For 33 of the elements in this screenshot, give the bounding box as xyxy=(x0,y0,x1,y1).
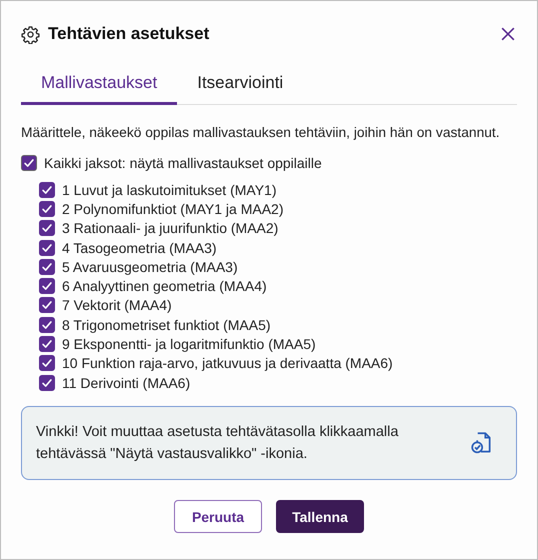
checkbox-option[interactable]: 6 Analyyttinen geometria (MAA4) xyxy=(39,276,517,296)
checkbox[interactable] xyxy=(39,240,55,256)
checkbox-option[interactable]: 8 Trigonometriset funktiot (MAA5) xyxy=(39,315,517,334)
checkbox[interactable] xyxy=(39,220,55,236)
checkbox[interactable] xyxy=(39,278,55,294)
checkbox-option[interactable]: 10 Funktion raja-arvo, jatkuvuus ja derivaatta (MAA6) xyxy=(39,354,517,373)
tip-text: Vinkki! Voit muuttaa asetusta tehtävätasolla klikkaamalla tehtävässä "Näytä vastausvalikko" -ikonia. xyxy=(36,423,400,464)
checkbox-option[interactable]: 11 Derivointi (MAA6) xyxy=(39,372,517,392)
checkbox[interactable] xyxy=(39,316,55,333)
checkbox[interactable] xyxy=(21,155,37,171)
checkbox-option[interactable]: 5 Avaruusgeometria (MAA3) xyxy=(39,257,517,276)
settings-icon xyxy=(21,24,40,44)
checkbox[interactable] xyxy=(39,200,55,217)
checkmark-icon xyxy=(22,156,36,170)
checkbox-option[interactable]: 1 Luvut ja laskutoimitukset (MAY1) xyxy=(39,180,517,200)
checkbox[interactable] xyxy=(39,182,55,198)
checkbox[interactable] xyxy=(39,355,55,372)
checkbox-option[interactable]: 2 Polynomifunktiot (MAY1 ja MAA2) xyxy=(39,199,517,219)
save-button[interactable]: Tallenna xyxy=(276,500,364,534)
cancel-button[interactable]: Peruuta xyxy=(174,500,262,534)
checkbox[interactable] xyxy=(39,297,55,314)
checkbox-option[interactable]: 7 Vektorit (MAA4) xyxy=(39,296,517,316)
checkbox-option[interactable]: 4 Tasogeometria (MAA3) xyxy=(39,238,517,258)
checkbox-option[interactable]: 9 Eksponentti- ja logaritmifunktio (MAA5) xyxy=(39,334,517,354)
tab[interactable]: Mallivastaukset xyxy=(21,73,178,105)
description-text: Määrittele, näkeekö oppilas mallivastauksen tehtäviin, joihin hän on vastannut. xyxy=(21,125,501,140)
checkbox[interactable] xyxy=(39,258,55,275)
checkbox[interactable] xyxy=(39,374,55,391)
checkbox-option[interactable]: Kaikki jaksot: näytä mallivastaukset oppilaille xyxy=(21,152,517,174)
tab[interactable]: Itsearviointi xyxy=(177,73,304,105)
checkbox[interactable] xyxy=(39,336,55,352)
checkbox-option[interactable]: 3 Rationaali- ja juurifunktio (MAA2) xyxy=(39,218,517,238)
dialog-title: Tehtävien asetukset xyxy=(48,24,210,44)
